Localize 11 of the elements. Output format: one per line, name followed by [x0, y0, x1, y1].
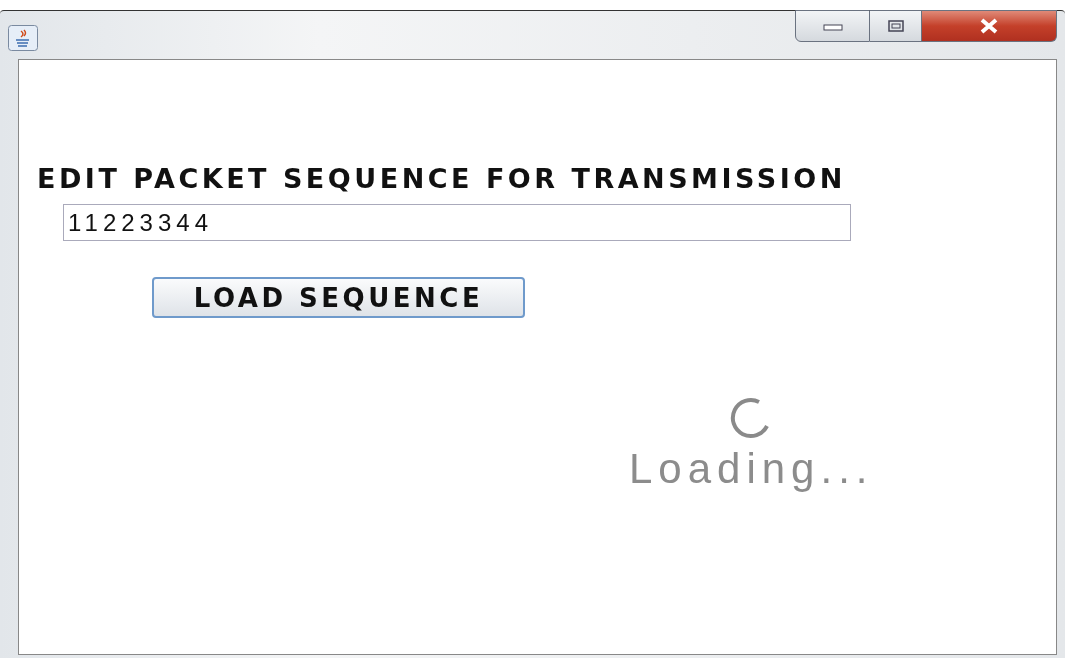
loading-label: Loading... — [629, 446, 874, 492]
load-sequence-button[interactable]: LOAD SEQUENCE — [152, 277, 525, 318]
close-icon — [978, 18, 1000, 34]
close-button[interactable] — [922, 10, 1057, 42]
maximize-button[interactable] — [870, 10, 922, 42]
app-icon — [8, 25, 38, 51]
sequence-field[interactable]: 11223344 — [63, 204, 851, 241]
maximize-icon — [887, 20, 904, 32]
minimize-button[interactable] — [795, 10, 870, 42]
heading: EDIT PACKET SEQUENCE FOR TRANSMISSION — [37, 162, 846, 196]
minimize-icon — [822, 21, 843, 31]
